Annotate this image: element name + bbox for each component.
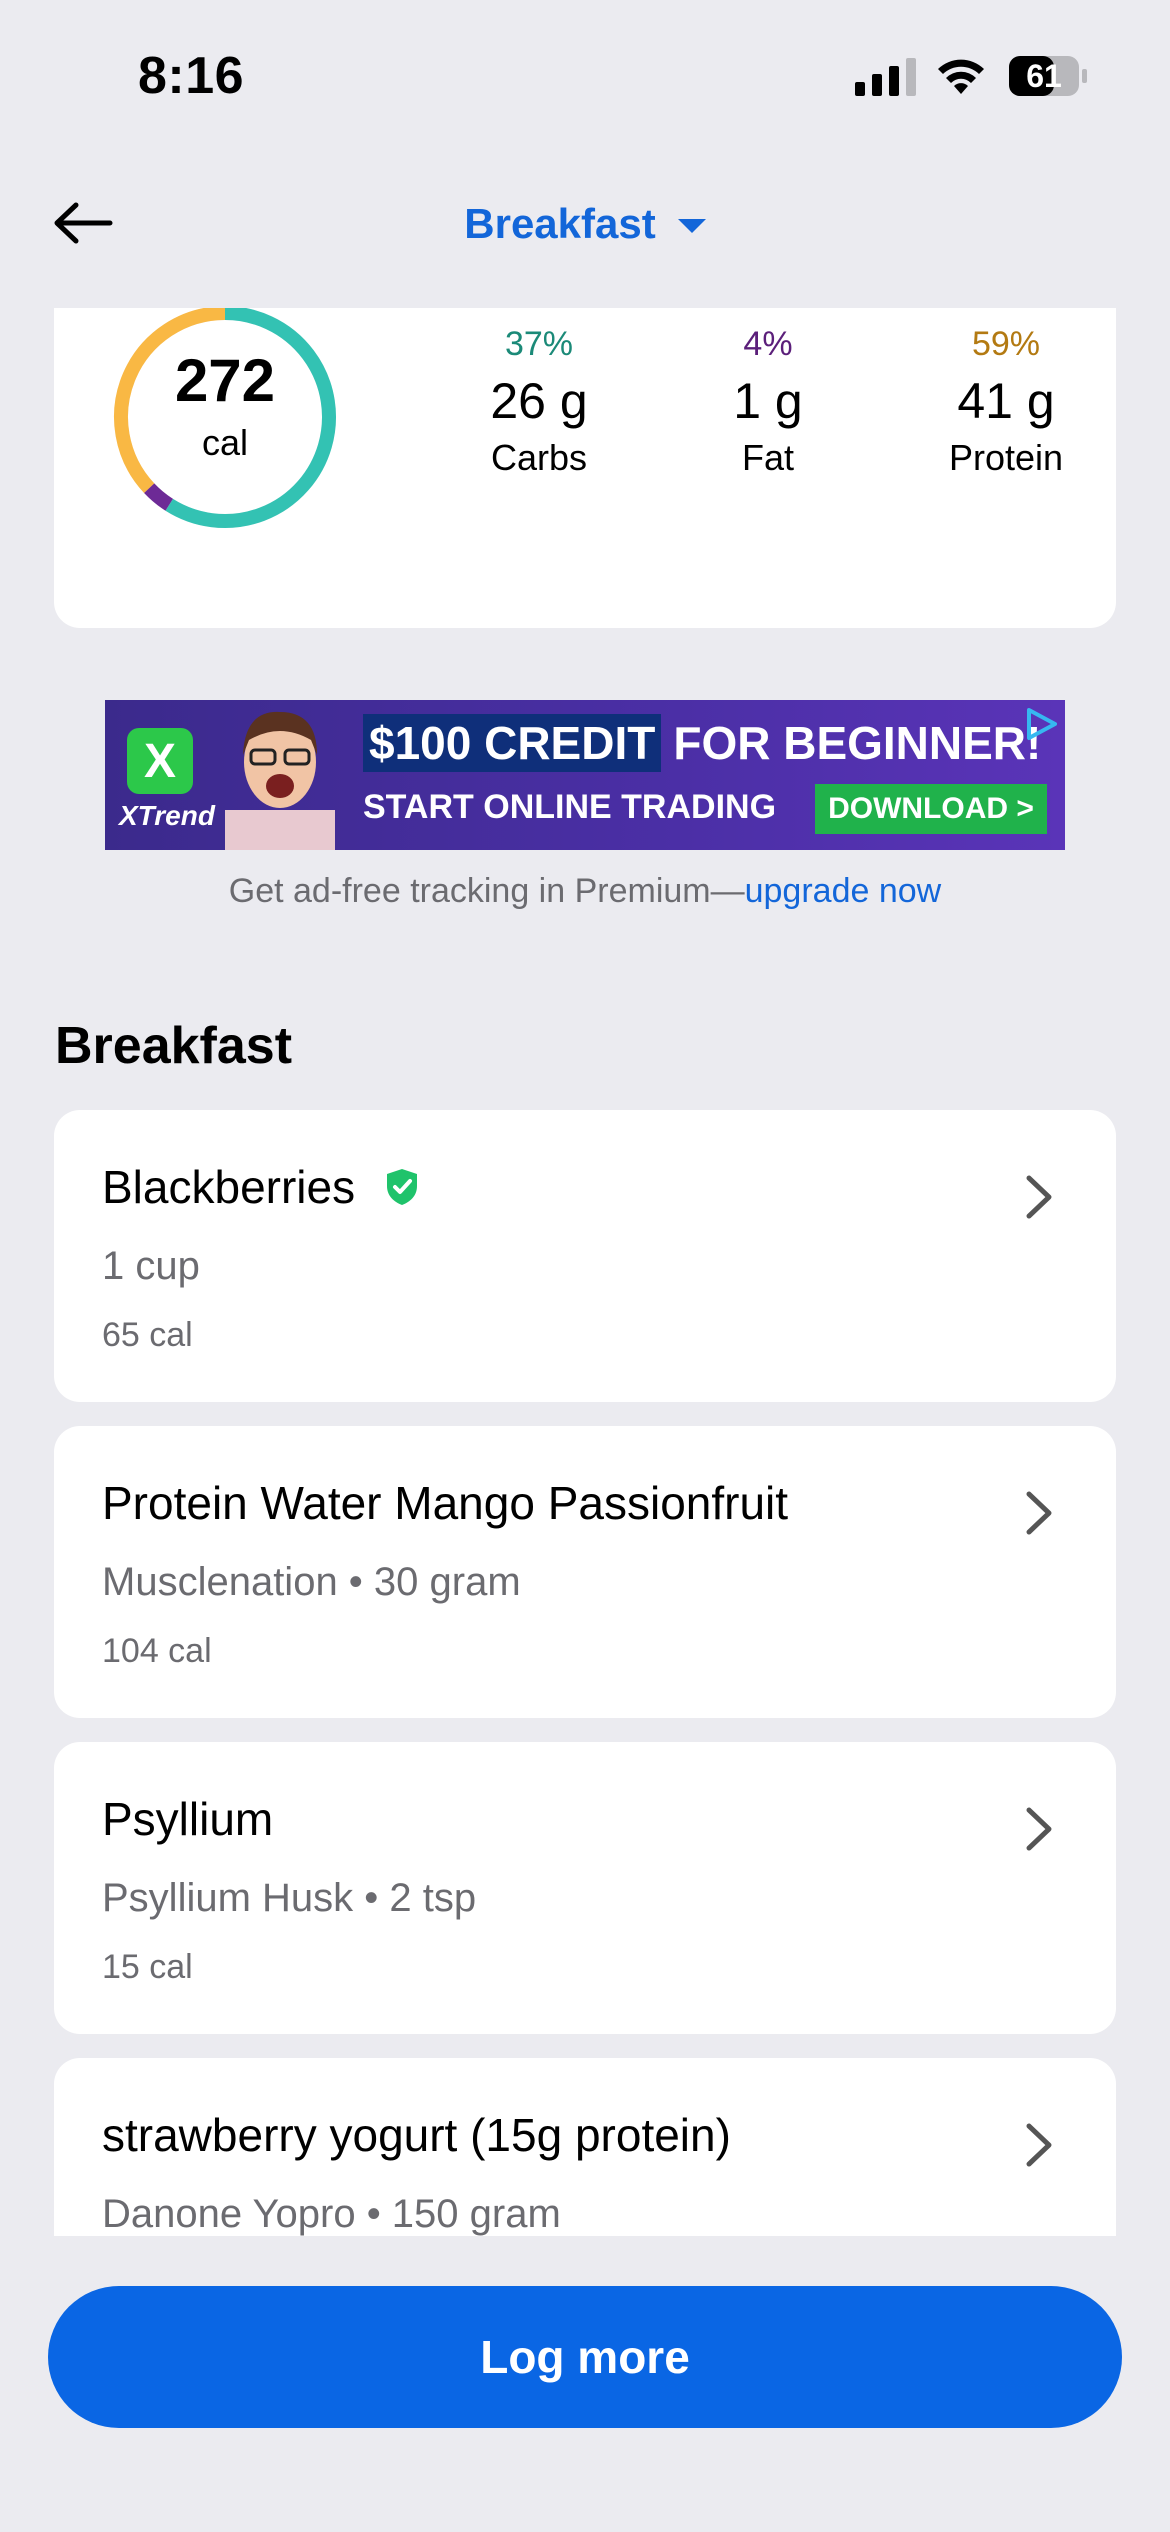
macro-label: Carbs [490,437,588,478]
food-list: Blackberries 1 cup 65 cal Protein Water … [0,1100,1170,2236]
food-detail: Psyllium Husk • 2 tsp [102,1876,477,1920]
ad-brand: XTrend [119,800,215,831]
macro-protein: 59% 41 g Protein [906,322,1106,482]
food-item[interactable]: Blackberries 1 cup 65 cal [54,1110,1116,1402]
food-item[interactable]: Psyllium Psyllium Husk • 2 tsp 15 cal [54,1742,1116,2034]
ad-choices-icon[interactable] [1021,704,1061,744]
status-time: 8:16 [138,47,245,105]
macro-amount: 26 g [490,373,588,429]
chevron-right-icon [1026,1807,1052,1851]
food-name-row: Blackberries [102,1160,419,1214]
food-calories: 104 cal [102,1632,212,1670]
macro-percent: 4% [743,325,793,363]
premium-upsell: Get ad-free tracking in Premium—upgrade … [0,872,1170,911]
chevron-right-icon [1026,1175,1052,1219]
calorie-total: 272 [174,347,276,414]
ad-download-button[interactable]: DOWNLOAD > [815,784,1047,834]
status-bar: 8:16 61 [0,0,1170,150]
battery-icon: 61 [1008,55,1088,97]
log-more-button[interactable]: Log more [48,2286,1122,2428]
chevron-right-icon [1026,1491,1052,1535]
food-item[interactable]: strawberry yogurt (15g protein) Danone Y… [54,2058,1116,2236]
nutrition-summary-card: 272 cal 37% 26 g Carbs 4% 1 g Fat 59% 41… [54,308,1116,628]
macro-percent: 59% [971,325,1041,363]
cellular-signal-icon [855,58,916,96]
macro-fat: 4% 1 g Fat [668,322,868,482]
meal-selector[interactable]: Breakfast [0,196,1170,252]
calorie-ring [114,308,336,528]
ad-person-image [225,711,335,850]
food-detail: Danone Yopro • 150 gram [102,2192,561,2236]
macro-percent: 37% [504,325,574,363]
food-detail: Musclenation • 30 gram [102,1560,521,1604]
ad-headline-rest: FOR BEGINNER! [673,717,1042,769]
macro-amount: 41 g [957,373,1055,429]
food-calories: 15 cal [102,1948,193,1986]
food-name-row: strawberry yogurt (15g protein) [102,2108,731,2162]
ring-segment-protein [165,308,336,528]
ad-banner[interactable]: X XTrend $100 CREDIT FOR BEGINNER! START… [105,700,1065,850]
wifi-icon [938,59,984,94]
food-name-row: Psyllium [102,1792,273,1846]
ring-segment-fat [144,483,174,511]
food-name: Psyllium [102,1793,274,1845]
macro-carbs: 37% 26 g Carbs [439,322,639,482]
food-name: Protein Water Mango Passionfruit [102,1477,789,1529]
ad-subline: START ONLINE TRADING [363,788,777,826]
premium-upsell-text: Get ad-free tracking in Premium— [228,872,745,910]
food-detail: 1 cup [102,1244,200,1288]
food-name: strawberry yogurt (15g protein) [102,2109,731,2161]
chevron-right-icon [1026,2123,1052,2167]
section-title: Breakfast [55,1017,293,1075]
macro-amount: 1 g [733,373,803,429]
calorie-unit: cal [201,422,249,463]
macro-label: Protein [948,437,1064,478]
upgrade-link[interactable]: upgrade now [745,872,942,910]
food-calories: 65 cal [102,1316,193,1354]
verified-shield-icon [387,1169,418,1205]
food-name: Blackberries [102,1161,356,1213]
battery-level: 61 [1026,57,1062,94]
ad-headline-highlight: $100 CREDIT [363,714,662,772]
ad-logo-icon: X [127,728,193,794]
food-item[interactable]: Protein Water Mango Passionfruit Musclen… [54,1426,1116,1718]
macro-label: Fat [741,437,794,478]
food-name-row: Protein Water Mango Passionfruit [102,1476,788,1530]
meal-title: Breakfast [464,200,656,247]
caret-down-icon [677,219,706,233]
ad-headline: $100 CREDIT FOR BEGINNER! [363,712,1041,774]
